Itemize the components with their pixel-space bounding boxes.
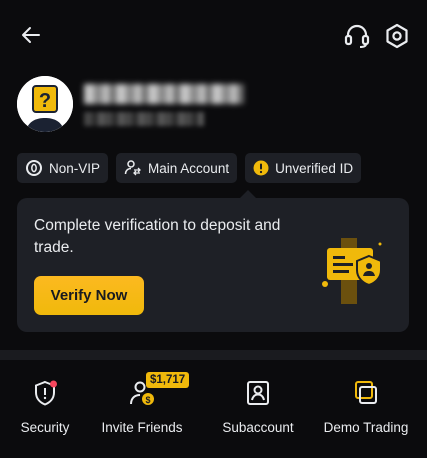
- back-button[interactable]: [16, 20, 46, 50]
- settings-button[interactable]: [380, 19, 414, 53]
- verification-message: Complete verification to deposit and tra…: [34, 217, 281, 256]
- avatar[interactable]: ?: [17, 76, 73, 132]
- verification-status-label: Unverified ID: [275, 160, 354, 176]
- headset-icon: [344, 24, 370, 48]
- account-type-label: Main Account: [148, 160, 230, 176]
- svg-text:?: ?: [39, 90, 51, 112]
- demo-trading-icon: [351, 378, 381, 408]
- customer-support-button[interactable]: [340, 20, 374, 52]
- card-pointer: [240, 190, 256, 198]
- account-type-badge[interactable]: Main Account: [116, 153, 238, 183]
- subaccount-icon: [243, 378, 273, 408]
- verify-now-button[interactable]: Verify Now: [34, 276, 144, 315]
- subaccount-shortcut[interactable]: Subaccount: [222, 378, 294, 435]
- verification-status-badge[interactable]: Unverified ID: [245, 153, 362, 183]
- vip-badge[interactable]: Non-VIP: [17, 153, 109, 183]
- invite-reward-badge: $1,717: [146, 372, 190, 388]
- shortcut-bar: Security $ Invite Friends Subaccount Dem…: [0, 360, 427, 458]
- account-badges: Non-VIP Main Account Unverified ID: [17, 153, 362, 183]
- demo-trading-label: Demo Trading: [323, 420, 409, 435]
- top-bar: [0, 0, 427, 70]
- vip-badge-label: Non-VIP: [49, 160, 101, 176]
- subaccount-label: Subaccount: [222, 420, 294, 435]
- hexagon-gear-icon: [386, 23, 408, 49]
- shield-alert-icon: [30, 378, 60, 408]
- invite-friends-label: Invite Friends: [101, 420, 183, 435]
- user-switch-icon: [124, 159, 142, 177]
- question-mark-avatar-icon: ?: [17, 76, 73, 132]
- security-label: Security: [20, 420, 70, 435]
- verification-card: Complete verification to deposit and tra…: [17, 198, 409, 332]
- id-card-shield-icon: [317, 232, 387, 308]
- svg-text:$: $: [145, 395, 150, 405]
- demo-trading-shortcut[interactable]: Demo Trading: [324, 378, 408, 435]
- username-redacted: [84, 84, 244, 104]
- vip-level-icon: [25, 159, 43, 177]
- user-id-redacted: [84, 112, 204, 126]
- arrow-left-icon: [22, 27, 40, 43]
- warning-circle-icon: [253, 160, 269, 176]
- security-shortcut[interactable]: Security: [20, 378, 70, 435]
